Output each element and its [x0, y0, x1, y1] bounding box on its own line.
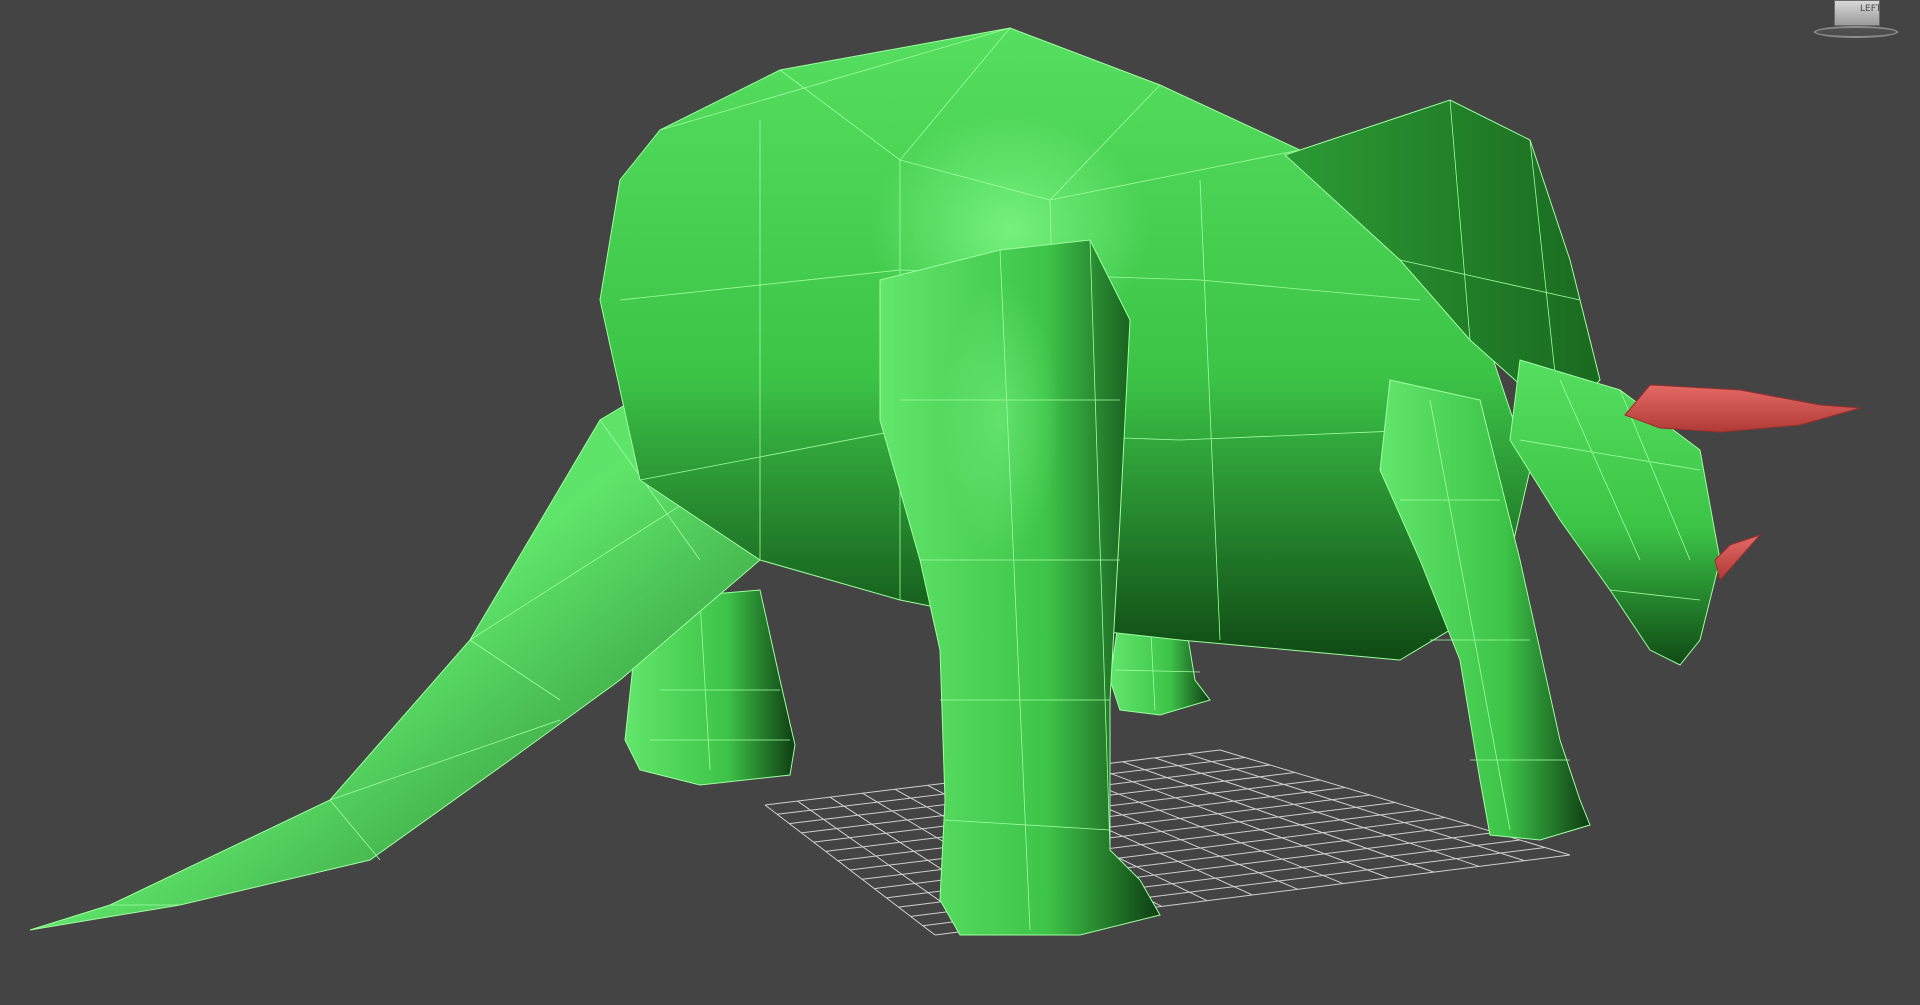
- grid-line: [1089, 765, 1389, 879]
- nose-horn: [1714, 533, 1762, 582]
- viewcube-compass-ring[interactable]: [1814, 26, 1898, 38]
- 3d-viewport[interactable]: LEFT: [0, 0, 1920, 1005]
- viewcube-icon[interactable]: LEFT: [1812, 0, 1902, 42]
- grid-line: [1154, 757, 1480, 867]
- viewcube-face-label: LEFT: [1860, 4, 1882, 14]
- scene-render[interactable]: [0, 0, 1920, 1005]
- ground-grid: [764, 749, 1571, 936]
- brow-horn: [1624, 384, 1861, 433]
